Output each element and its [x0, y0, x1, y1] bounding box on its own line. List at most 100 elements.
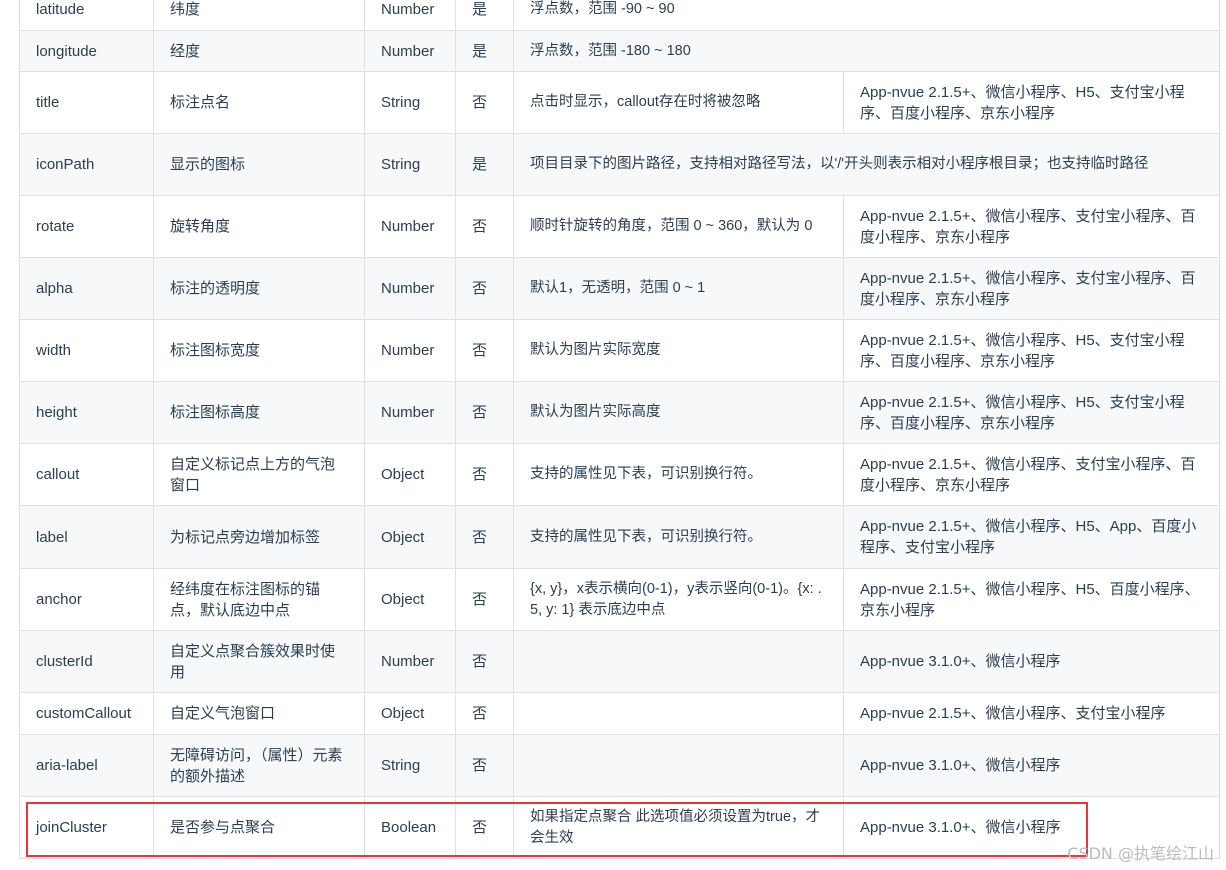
prop-platform: App-nvue 2.1.5+、微信小程序、支付宝小程序、百度小程序、京东小程序 — [842, 257, 1221, 320]
prop-type: String — [364, 734, 456, 797]
prop-note: 项目目录下的图片路径，支持相对路径写法，以'/'开头则表示相对小程序根目录；也支… — [512, 133, 1221, 196]
table-row: iconPath 显示的图标 String 是 项目目录下的图片路径，支持相对路… — [19, 133, 1221, 196]
prop-required: 否 — [455, 71, 514, 134]
table-row: title 标注点名 String 否 点击时显示，callout存在时将被忽略… — [19, 71, 1221, 134]
prop-desc: 显示的图标 — [153, 133, 365, 196]
prop-desc: 旋转角度 — [153, 195, 365, 258]
prop-name: rotate — [19, 195, 154, 258]
table-row: joinCluster 是否参与点聚合 Boolean 否 如果指定点聚合 此选… — [19, 796, 1221, 859]
prop-note: 默认为图片实际宽度 — [513, 319, 844, 382]
prop-required: 否 — [455, 692, 514, 735]
prop-type: Boolean — [364, 796, 456, 859]
prop-required: 否 — [455, 257, 514, 320]
table-row: height 标注图标高度 Number 否 默认为图片实际高度 App-nvu… — [19, 381, 1221, 444]
prop-note: 默认为图片实际高度 — [513, 381, 844, 444]
watermark: CSDN @执笔绘江山 — [1067, 844, 1214, 863]
prop-required: 是 — [455, 0, 514, 31]
prop-note: 点击时显示，callout存在时将被忽略 — [513, 71, 844, 134]
prop-required: 否 — [455, 630, 514, 693]
prop-name: width — [19, 319, 154, 382]
prop-desc: 标注点名 — [153, 71, 365, 134]
prop-name: label — [19, 505, 154, 569]
prop-required: 是 — [455, 30, 514, 72]
prop-name: title — [19, 71, 154, 134]
prop-desc: 自定义点聚合簇效果时使用 — [153, 630, 365, 693]
table-row: rotate 旋转角度 Number 否 顺时针旋转的角度，范围 0 ~ 360… — [19, 195, 1221, 258]
prop-name: anchor — [19, 568, 154, 631]
prop-type: Object — [364, 692, 456, 735]
prop-type: Number — [364, 630, 456, 693]
prop-type: Number — [364, 257, 456, 320]
prop-platform: App-nvue 2.1.5+、微信小程序、H5、App、百度小程序、支付宝小程… — [842, 505, 1221, 569]
prop-type: Object — [364, 505, 456, 569]
prop-note: 浮点数，范围 -180 ~ 180 — [512, 30, 1221, 72]
prop-required: 是 — [455, 133, 514, 196]
prop-required: 否 — [455, 568, 514, 631]
prop-name: customCallout — [19, 692, 154, 735]
table-row: alpha 标注的透明度 Number 否 默认1，无透明，范围 0 ~ 1 A… — [19, 257, 1221, 320]
prop-desc: 为标记点旁边增加标签 — [153, 505, 365, 569]
prop-name: iconPath — [19, 133, 154, 196]
prop-name: longitude — [19, 30, 154, 72]
prop-required: 否 — [455, 319, 514, 382]
prop-required: 否 — [455, 381, 514, 444]
prop-type: Number — [364, 195, 456, 258]
prop-desc: 是否参与点聚合 — [153, 796, 365, 859]
prop-required: 否 — [455, 443, 514, 506]
prop-platform: App-nvue 2.1.5+、微信小程序、H5、支付宝小程序、百度小程序、京东… — [842, 381, 1221, 444]
prop-desc: 经度 — [153, 30, 365, 72]
prop-name: height — [19, 381, 154, 444]
prop-note — [513, 630, 844, 693]
prop-platform: App-nvue 2.1.5+、微信小程序、支付宝小程序、百度小程序、京东小程序 — [842, 195, 1221, 258]
prop-note: {x, y}，x表示横向(0-1)，y表示竖向(0-1)。{x: .5, y: … — [513, 568, 844, 631]
prop-type: String — [364, 71, 456, 134]
prop-platform: App-nvue 3.1.0+、微信小程序 — [842, 734, 1221, 797]
prop-required: 否 — [455, 505, 514, 569]
prop-platform: App-nvue 2.1.5+、微信小程序、支付宝小程序、百度小程序、京东小程序 — [842, 443, 1221, 506]
prop-desc: 自定义标记点上方的气泡窗口 — [153, 443, 365, 506]
prop-type: Object — [364, 568, 456, 631]
prop-desc: 标注图标宽度 — [153, 319, 365, 382]
prop-platform: App-nvue 2.1.5+、微信小程序、H5、支付宝小程序、百度小程序、京东… — [842, 319, 1221, 382]
prop-required: 否 — [455, 195, 514, 258]
prop-platform: App-nvue 2.1.5+、微信小程序、H5、百度小程序、京东小程序 — [842, 568, 1221, 631]
table-row: customCallout 自定义气泡窗口 Object 否 App-nvue … — [19, 692, 1221, 735]
table-row: longitude 经度 Number 是 浮点数，范围 -180 ~ 180 — [19, 30, 1221, 72]
prop-name: callout — [19, 443, 154, 506]
prop-type: Number — [364, 319, 456, 382]
prop-desc: 标注图标高度 — [153, 381, 365, 444]
table-row: width 标注图标宽度 Number 否 默认为图片实际宽度 App-nvue… — [19, 319, 1221, 382]
prop-desc: 纬度 — [153, 0, 365, 31]
prop-desc: 经纬度在标注图标的锚点，默认底边中点 — [153, 568, 365, 631]
prop-note: 顺时针旋转的角度，范围 0 ~ 360，默认为 0 — [513, 195, 844, 258]
prop-platform: App-nvue 3.1.0+、微信小程序 — [842, 630, 1221, 693]
table-row: latitude 纬度 Number 是 浮点数，范围 -90 ~ 90 — [19, 0, 1221, 31]
prop-required: 否 — [455, 734, 514, 797]
marker-properties-table: latitude 纬度 Number 是 浮点数，范围 -90 ~ 90 lon… — [19, 0, 1221, 859]
prop-required: 否 — [455, 796, 514, 859]
prop-type: String — [364, 133, 456, 196]
prop-type: Number — [364, 381, 456, 444]
prop-name: aria-label — [19, 734, 154, 797]
prop-type: Number — [364, 0, 456, 31]
prop-platform: App-nvue 2.1.5+、微信小程序、支付宝小程序 — [842, 692, 1221, 735]
prop-note: 如果指定点聚合 此选项值必须设置为true，才会生效 — [513, 796, 844, 859]
prop-name: alpha — [19, 257, 154, 320]
table-row: aria-label 无障碍访问，（属性）元素的额外描述 String 否 Ap… — [19, 734, 1221, 797]
prop-desc: 无障碍访问，（属性）元素的额外描述 — [153, 734, 365, 797]
prop-note: 支持的属性见下表，可识别换行符。 — [513, 505, 844, 569]
prop-note: 浮点数，范围 -90 ~ 90 — [512, 0, 1221, 31]
prop-note: 支持的属性见下表，可识别换行符。 — [513, 443, 844, 506]
prop-desc: 标注的透明度 — [153, 257, 365, 320]
prop-type: Number — [364, 30, 456, 72]
table-row: label 为标记点旁边增加标签 Object 否 支持的属性见下表，可识别换行… — [19, 505, 1221, 569]
table-row: callout 自定义标记点上方的气泡窗口 Object 否 支持的属性见下表，… — [19, 443, 1221, 506]
prop-name: latitude — [19, 0, 154, 31]
prop-note — [513, 734, 844, 797]
prop-note — [513, 692, 844, 735]
prop-name: joinCluster — [19, 796, 154, 859]
prop-platform: App-nvue 2.1.5+、微信小程序、H5、支付宝小程序、百度小程序、京东… — [842, 71, 1221, 134]
prop-name: clusterId — [19, 630, 154, 693]
prop-type: Object — [364, 443, 456, 506]
table-row: clusterId 自定义点聚合簇效果时使用 Number 否 App-nvue… — [19, 630, 1221, 693]
